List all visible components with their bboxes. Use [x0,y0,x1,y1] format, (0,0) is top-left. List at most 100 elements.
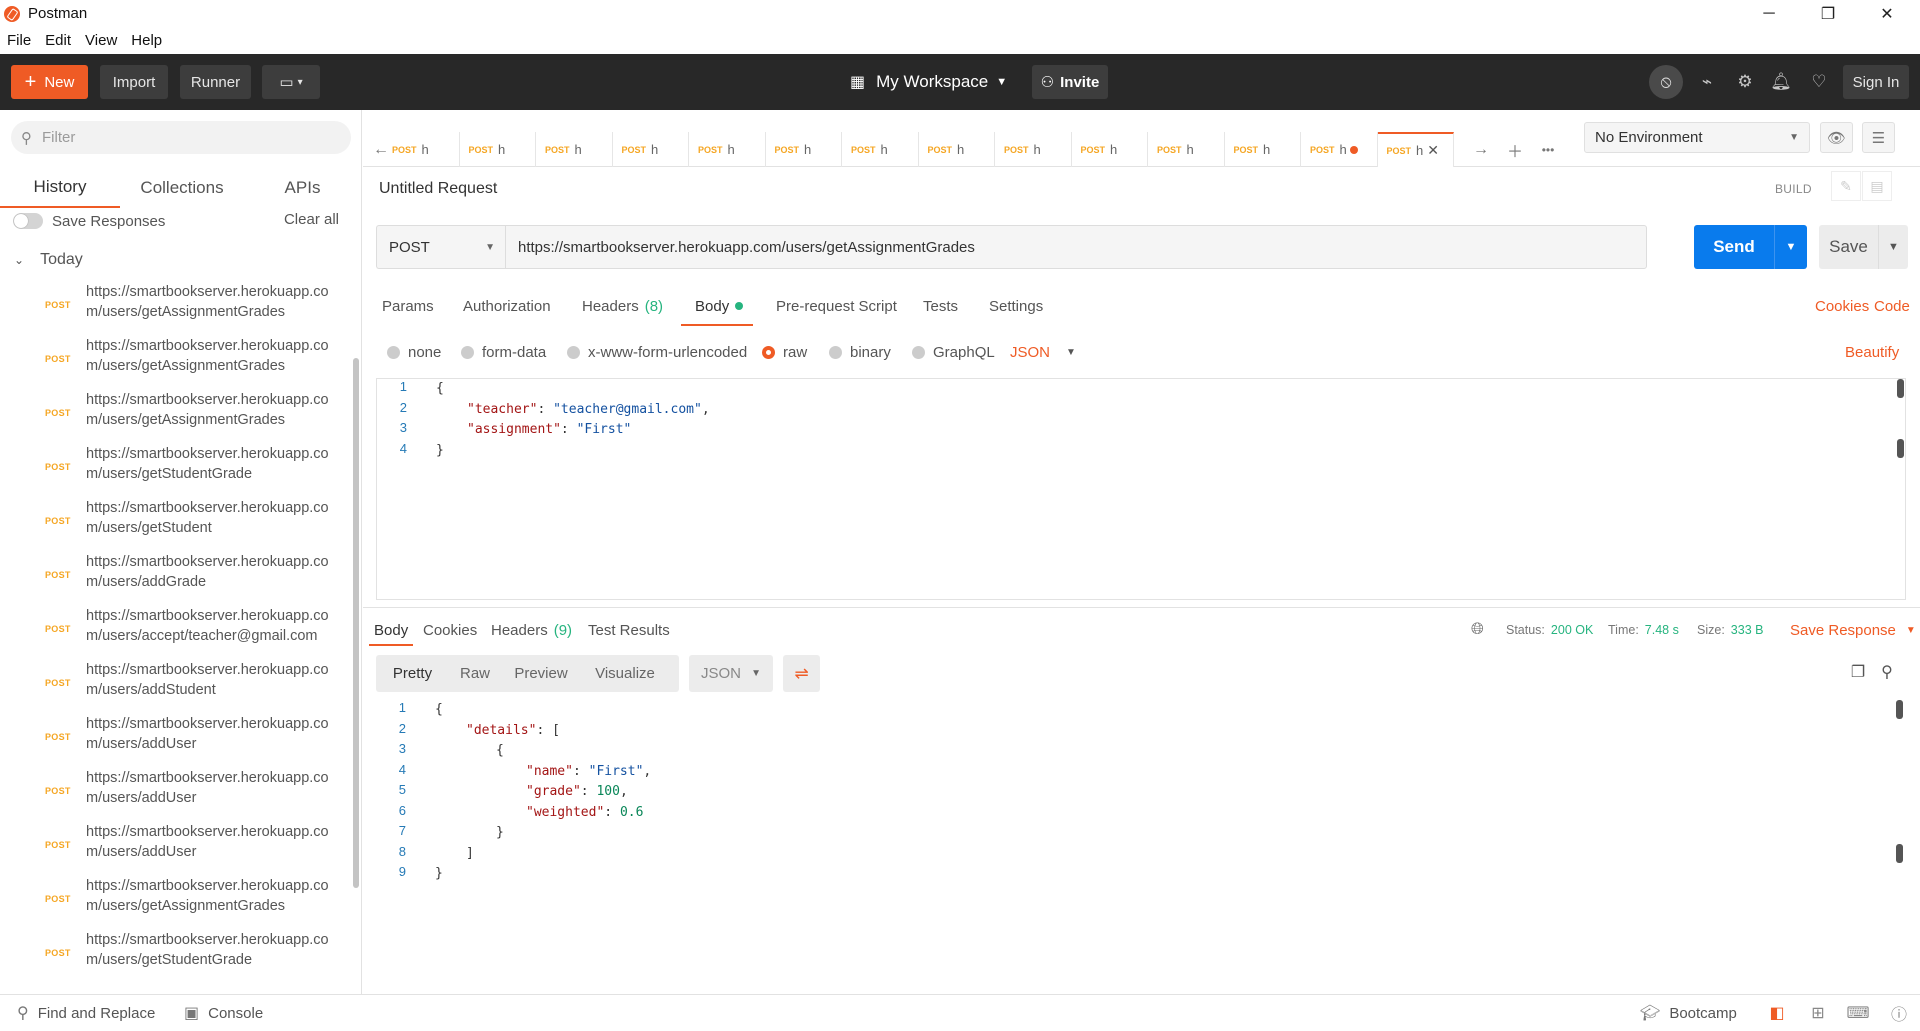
menu-help[interactable]: Help [124,32,169,49]
minimize-button[interactable]: ─ [1746,0,1792,27]
new-window-button[interactable]: ▭ ▾ [262,65,320,99]
history-item[interactable]: POST https://smartbookserver.herokuapp.co… [0,496,352,550]
request-tab-active[interactable]: POST h ✕ [1377,132,1454,167]
tab-headers[interactable]: Headers (8) [582,286,663,326]
eye-icon[interactable]: 👁︎ [1820,122,1853,153]
tab-scroll-right-icon[interactable]: → [1467,138,1495,162]
radio-button-selected[interactable] [762,345,775,359]
gear-icon[interactable]: ⚙ [1730,67,1760,97]
history-item[interactable]: POST https://smartbookserver.herokuapp.co… [0,712,352,766]
response-body-viewer[interactable]: 1 2 3 4 5 6 7 8 9 { "details": [ { "name": "Firs… [376,700,1906,990]
sign-in-button[interactable]: Sign In [1843,65,1909,99]
tab-apis[interactable]: APIs [245,168,360,208]
history-item[interactable]: POST https://smartbookserver.herokuapp.co… [0,388,352,442]
workspace-selector[interactable]: ▦ My Workspace ▼ [850,65,1007,99]
save-button[interactable]: Save ▼ [1819,225,1908,269]
satellite-icon[interactable]: ⌁ [1692,67,1722,97]
radio-button[interactable] [461,345,474,359]
request-tab[interactable]: POST h [919,132,995,167]
request-name[interactable]: Untitled Request [379,180,497,198]
history-item[interactable]: POST https://smartbookserver.herokuapp.co… [0,604,352,658]
view-preview[interactable]: Preview [501,655,581,692]
request-body-editor[interactable]: 1 2 3 4 { "teacher": "teacher@gmail.com"… [376,378,1906,600]
history-item[interactable]: POST https://smartbookserver.herokuapp.co… [0,820,352,874]
radio-button[interactable] [912,345,925,359]
request-tab[interactable]: POST h [842,132,919,167]
close-window-button[interactable]: ✕ [1864,0,1910,27]
method-select[interactable]: POST ▼ [376,225,505,269]
response-tab-body[interactable]: Body [368,608,414,652]
wrap-lines-icon[interactable]: ⇌ [783,655,820,692]
sidebar-scrollbar[interactable] [353,358,359,888]
import-button[interactable]: Import [100,65,168,99]
radio-button[interactable] [387,345,400,359]
clear-all-link[interactable]: Clear all [284,211,339,228]
tab-prerequest-script[interactable]: Pre-request Script [776,286,897,326]
chevron-down-icon[interactable]: ▼ [1878,225,1908,269]
cookies-link[interactable]: Cookies [1815,298,1869,315]
editor-scrollbar[interactable] [1897,379,1904,398]
close-tab-icon[interactable]: ✕ [1427,142,1439,159]
sync-off-icon[interactable]: ⦸ [1649,65,1683,99]
request-tab[interactable]: POST h [766,132,842,167]
sliders-icon[interactable]: ☰ [1862,122,1895,153]
tab-authorization[interactable]: Authorization [463,286,551,326]
response-format-select[interactable]: JSON ▼ [689,655,773,692]
radio-binary[interactable]: binary [829,332,891,372]
keyboard-shortcuts-icon[interactable]: ⌨ [1846,1001,1870,1025]
history-item[interactable]: POST https://smartbookserver.herokuapp.co… [0,928,352,982]
response-tab-headers[interactable]: Headers (9) [491,608,572,652]
history-item[interactable]: POST https://smartbookserver.herokuapp.co… [0,334,352,388]
editor-scrollbar[interactable] [1897,439,1904,458]
search-icon[interactable]: ⚲ [1874,659,1900,685]
url-input[interactable]: https://smartbookserver.herokuapp.com/us… [505,225,1647,269]
history-item[interactable]: POST https://smartbookserver.herokuapp.co… [0,550,352,604]
toggle-switch[interactable] [13,213,43,229]
request-tab[interactable]: POST h [536,132,613,167]
menu-edit[interactable]: Edit [38,32,78,49]
tab-collections[interactable]: Collections [122,168,242,208]
view-visualize[interactable]: Visualize [581,655,669,692]
request-tab[interactable]: POST h [1148,132,1225,167]
request-tab[interactable]: POST h [689,132,766,167]
runner-button[interactable]: Runner [180,65,251,99]
invite-button[interactable]: ⚇ Invite [1032,65,1108,99]
bell-icon[interactable]: 🔔︎ [1766,67,1796,97]
heart-icon[interactable]: ♡ [1804,67,1834,97]
view-pretty[interactable]: Pretty [376,655,449,692]
viewer-scrollbar[interactable] [1896,700,1903,719]
radio-raw[interactable]: raw [762,332,807,372]
code-link[interactable]: Code [1874,298,1910,315]
more-tabs-icon[interactable]: ••• [1534,138,1562,162]
history-item[interactable]: POST https://smartbookserver.herokuapp.co… [0,766,352,820]
bootcamp-button[interactable]: 🎓︎ Bootcamp [1640,995,1737,1031]
globe-icon[interactable]: 🌐︎ [1471,608,1484,652]
request-tab[interactable]: POST h [1072,132,1148,167]
environment-select[interactable]: No Environment ▼ [1584,122,1810,153]
radio-none[interactable]: none [387,332,441,372]
history-item[interactable]: POST https://smartbookserver.herokuapp.co… [0,874,352,928]
history-item[interactable]: POST https://smartbookserver.herokuapp.co… [0,280,352,334]
history-item[interactable]: POST https://smartbookserver.herokuapp.co… [0,442,352,496]
send-button[interactable]: Send ▼ [1694,225,1807,269]
history-item[interactable]: POST https://smartbookserver.herokuapp.co… [0,658,352,712]
view-raw[interactable]: Raw [449,655,501,692]
tab-params[interactable]: Params [382,286,434,326]
pencil-icon[interactable]: ✎ [1831,171,1861,201]
find-and-replace-button[interactable]: ⚲ Find and Replace [17,995,155,1031]
response-tab-cookies[interactable]: Cookies [423,608,477,652]
comment-icon[interactable]: ▤ [1862,171,1892,201]
beautify-link[interactable]: Beautify [1845,332,1899,372]
request-tab[interactable]: POST h [995,132,1072,167]
radio-graphql[interactable]: GraphQL [912,332,995,372]
response-tab-test-results[interactable]: Test Results [588,608,670,652]
save-response-button[interactable]: Save Response ▼ [1790,608,1916,652]
two-pane-view-icon[interactable]: ◧ [1765,1001,1789,1025]
radio-button[interactable] [829,345,842,359]
request-tab[interactable]: POST h [613,132,689,167]
menu-file[interactable]: File [0,32,38,49]
radio-urlencoded[interactable]: x-www-form-urlencoded [567,332,747,372]
raw-format-select[interactable]: JSON ▼ [1010,332,1076,372]
tab-history[interactable]: History [0,168,120,208]
radio-button[interactable] [567,345,580,359]
